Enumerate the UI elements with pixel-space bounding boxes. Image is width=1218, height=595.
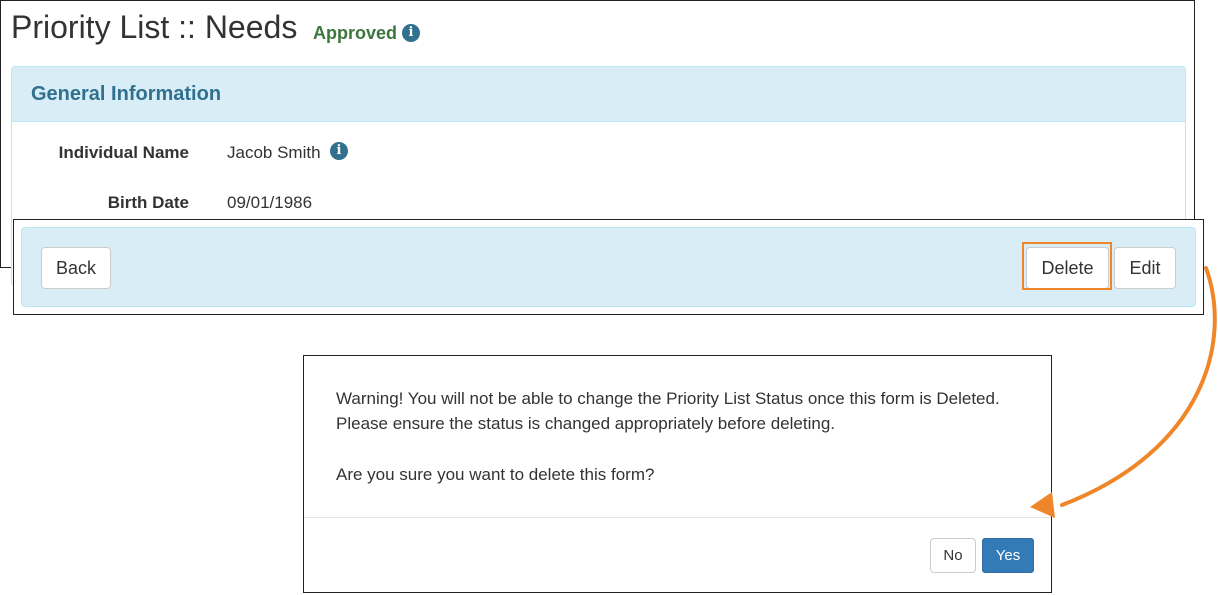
- field-value-birth-date: 09/01/1986: [227, 193, 313, 212]
- back-button[interactable]: Back: [41, 247, 111, 289]
- panel-heading: General Information: [12, 67, 1185, 122]
- field-value-individual-name: Jacob Smith: [227, 143, 321, 162]
- field-label-individual-name: Individual Name: [58, 143, 189, 162]
- delete-button-highlight: [1022, 242, 1112, 290]
- delete-confirmation-dialog: Warning! You will not be able to change …: [303, 355, 1052, 593]
- status-badge: Approved: [313, 23, 398, 43]
- info-icon[interactable]: i: [330, 142, 348, 160]
- info-icon[interactable]: i: [402, 24, 420, 42]
- field-label-birth-date: Birth Date: [107, 193, 189, 212]
- modal-divider: [304, 517, 1051, 518]
- confirm-question: Are you sure you want to delete this for…: [336, 465, 655, 484]
- yes-button[interactable]: Yes: [982, 538, 1034, 573]
- footer-screenshot-frame: Back Delete Edit: [13, 219, 1204, 315]
- warning-line-1: Warning! You will not be able to change …: [336, 389, 1000, 408]
- warning-line-2: Please ensure the status is changed appr…: [336, 414, 835, 433]
- footer-button-bar: Back Delete Edit: [21, 227, 1196, 307]
- edit-button[interactable]: Edit: [1114, 247, 1176, 289]
- page-title: Priority List :: Needs: [11, 9, 298, 45]
- no-button[interactable]: No: [930, 538, 976, 573]
